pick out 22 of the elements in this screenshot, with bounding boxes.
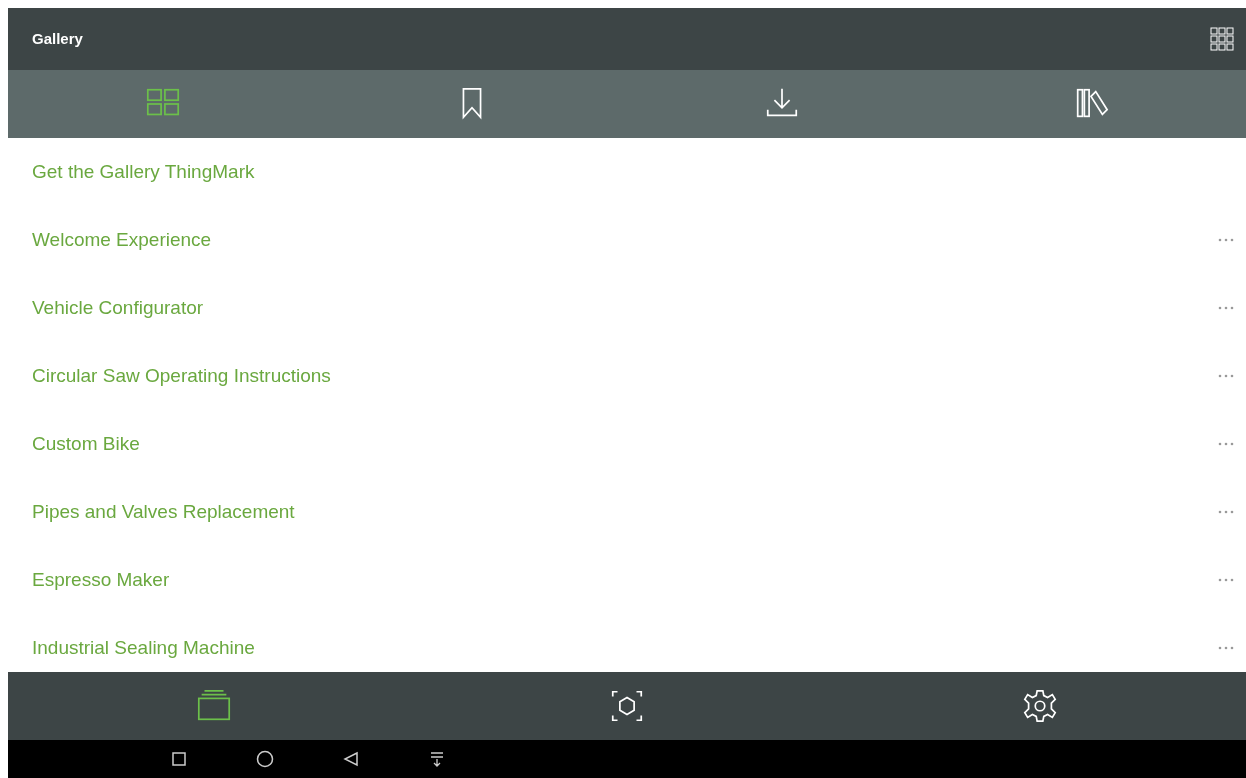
gallery-item-link[interactable]: Welcome Experience	[32, 225, 212, 255]
gallery-item-link[interactable]: Industrial Sealing Machine	[32, 633, 255, 663]
gallery-item-link[interactable]: Custom Bike	[32, 429, 140, 459]
more-options-icon[interactable]	[1218, 442, 1234, 446]
gallery-item-link[interactable]: Pipes and Valves Replacement	[32, 497, 295, 527]
gallery-item-link[interactable]: Circular Saw Operating Instructions	[32, 361, 331, 391]
gallery-item-link[interactable]: Vehicle Configurator	[32, 293, 204, 323]
gallery-item-link[interactable]: Espresso Maker	[32, 565, 170, 595]
gallery-item-link[interactable]: Get the Gallery ThingMark	[32, 157, 255, 187]
back-icon[interactable]	[343, 751, 359, 767]
more-options-icon[interactable]	[1218, 510, 1234, 514]
more-options-icon[interactable]	[1218, 238, 1234, 242]
more-options-icon[interactable]	[1218, 578, 1234, 582]
apps-grid-icon	[1210, 27, 1234, 51]
home-icon[interactable]	[256, 750, 274, 768]
more-options-icon[interactable]	[1218, 374, 1234, 378]
notification-pull-icon[interactable]	[430, 751, 444, 767]
apps-grid-button[interactable]	[1208, 25, 1236, 53]
app-title: Gallery	[32, 28, 83, 49]
more-options-icon[interactable]	[1218, 306, 1234, 310]
more-options-icon[interactable]	[1218, 646, 1234, 650]
recent-apps-icon[interactable]	[171, 751, 187, 767]
